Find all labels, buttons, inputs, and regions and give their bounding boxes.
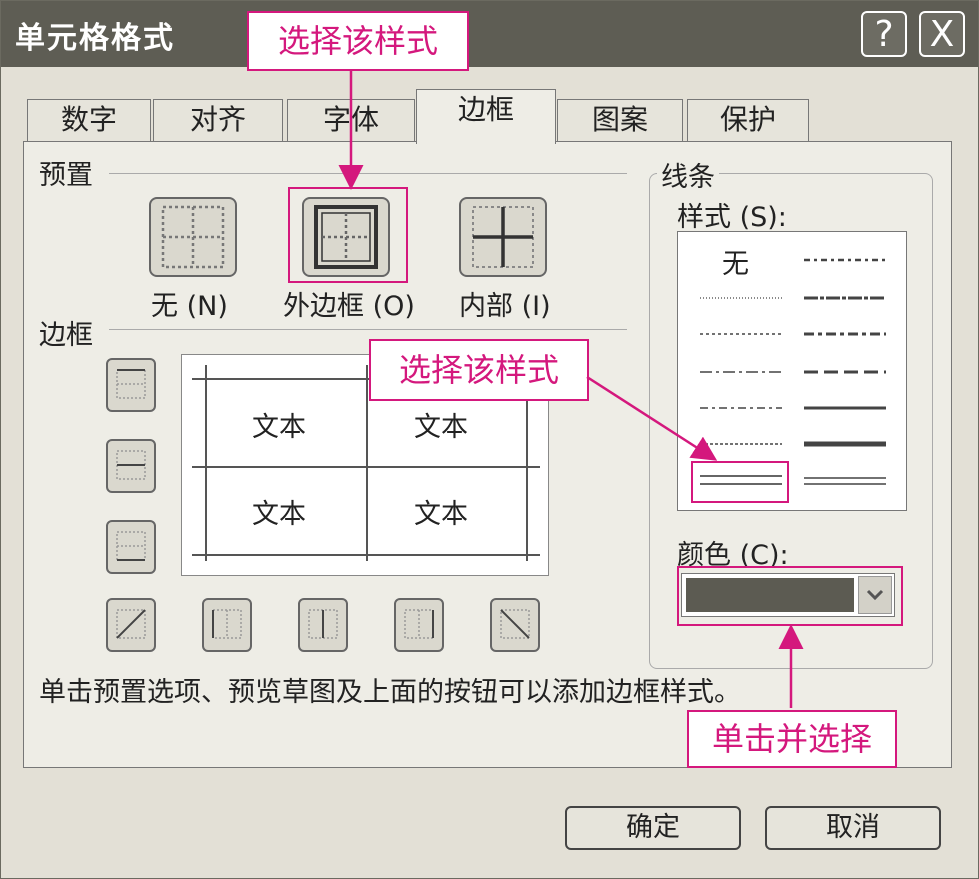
- border-bottom-icon: [116, 531, 146, 561]
- format-cells-dialog: 单元格格式 ? X 数字 对齐 字体 边框 图案 保护 预置 无 (N) 外边框…: [0, 0, 979, 879]
- preset-inside-icon: [472, 206, 534, 268]
- tab-number[interactable]: 数字: [27, 99, 151, 141]
- preview-cell-text: 文本: [414, 499, 468, 530]
- close-button[interactable]: X: [919, 11, 965, 57]
- callout-select-style-top: 选择该样式: [247, 11, 469, 71]
- lines-group-label: 线条: [657, 155, 719, 194]
- annotation-color-highlight: [677, 566, 903, 626]
- preset-outline-label: 外边框 (O): [283, 291, 415, 322]
- help-button[interactable]: ?: [861, 11, 907, 57]
- preset-none-label: 无 (N): [151, 291, 228, 322]
- border-inside-vertical-icon: [308, 609, 338, 639]
- title-bar: 单元格格式 ? X: [1, 1, 978, 67]
- preview-cell-text: 文本: [252, 499, 306, 530]
- border-top-button[interactable]: [106, 358, 156, 412]
- presets-divider: [109, 173, 627, 174]
- annotation-line-style-highlight: [691, 461, 789, 503]
- border-diagonal-up-button[interactable]: [106, 598, 156, 652]
- border-right-button[interactable]: [394, 598, 444, 652]
- close-icon: X: [929, 14, 955, 55]
- cancel-button[interactable]: 取消: [765, 806, 941, 850]
- ok-button[interactable]: 确定: [565, 806, 741, 850]
- border-top-icon: [116, 369, 146, 399]
- border-left-icon: [212, 609, 242, 639]
- hint-text: 单击预置选项、预览草图及上面的按钮可以添加边框样式。: [39, 677, 741, 708]
- preset-inside-button[interactable]: [459, 197, 547, 277]
- border-section-label: 边框: [39, 320, 93, 351]
- callout-click-and-select: 单击并选择: [687, 710, 897, 768]
- tab-alignment[interactable]: 对齐: [153, 99, 283, 141]
- border-left-button[interactable]: [202, 598, 252, 652]
- border-divider: [109, 329, 627, 330]
- help-icon: ?: [874, 14, 894, 55]
- presets-section-label: 预置: [39, 160, 93, 191]
- tab-border[interactable]: 边框: [416, 89, 556, 144]
- preview-cell-text: 文本: [414, 412, 468, 443]
- style-label: 样式 (S):: [677, 202, 787, 233]
- tab-patterns[interactable]: 图案: [557, 99, 683, 141]
- tab-protection[interactable]: 保护: [687, 99, 809, 141]
- preset-inside-label: 内部 (I): [459, 291, 551, 322]
- border-right-icon: [404, 609, 434, 639]
- preset-none-button[interactable]: [149, 197, 237, 277]
- border-inside-horizontal-button[interactable]: [106, 439, 156, 493]
- border-inside-horizontal-icon: [116, 450, 146, 480]
- border-bottom-button[interactable]: [106, 520, 156, 574]
- dialog-title: 单元格格式: [15, 21, 175, 56]
- callout-select-style-middle: 选择该样式: [369, 339, 589, 401]
- diagonal-up-icon: [116, 609, 146, 639]
- diagonal-down-icon: [500, 609, 530, 639]
- border-inside-vertical-button[interactable]: [298, 598, 348, 652]
- preview-cell-text: 文本: [252, 412, 306, 443]
- border-diagonal-down-button[interactable]: [490, 598, 540, 652]
- preset-none-icon: [161, 205, 225, 269]
- annotation-outline-preset-highlight: [288, 187, 408, 283]
- tab-font[interactable]: 字体: [287, 99, 415, 141]
